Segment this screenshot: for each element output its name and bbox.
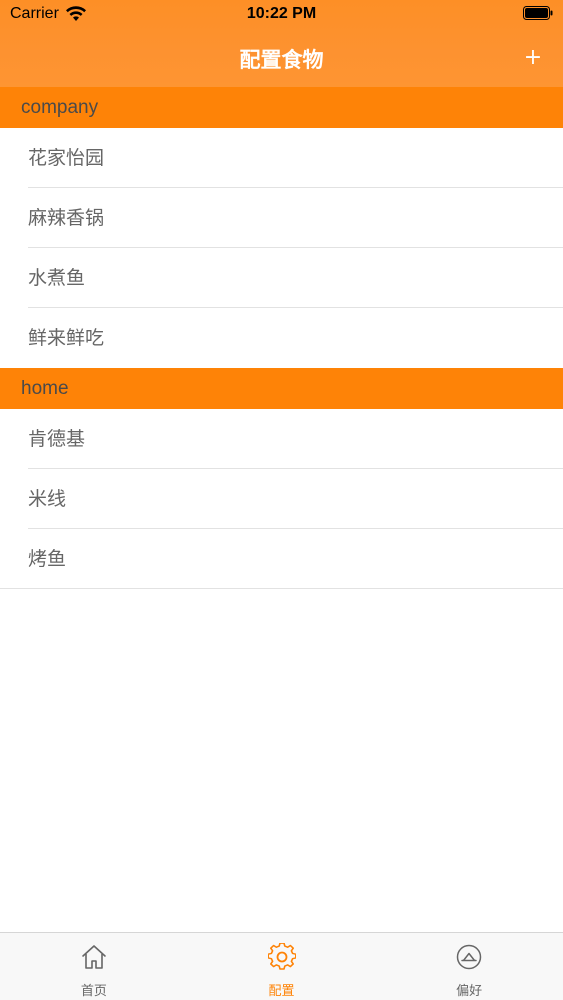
tab-config-label: 配置 <box>268 984 295 999</box>
add-food-button[interactable]: + <box>521 44 545 72</box>
list-item-label: 鲜来鲜吃 <box>28 327 105 349</box>
battery-icon <box>523 6 553 20</box>
list-item-label: 花家怡园 <box>28 147 105 169</box>
list-item-label: 肯德基 <box>28 428 86 450</box>
tab-config[interactable]: 配置 <box>188 933 376 1000</box>
status-time: 10:22 PM <box>246 5 317 22</box>
tab-preference-label: 偏好 <box>456 984 483 999</box>
food-list: company 花家怡园 麻辣香锅 水煮鱼 鲜来鲜吃 home 肯德基 米线 烤… <box>0 87 563 589</box>
screen: Carrier 10:22 PM 配置食物 + company 花家怡园 麻辣香… <box>0 0 563 1000</box>
section-header-company: company <box>0 87 563 128</box>
list-item-label: 米线 <box>28 488 67 510</box>
list-item[interactable]: 麻辣香锅 <box>0 188 563 248</box>
navigation-bar: 配置食物 + <box>0 30 563 87</box>
list-item[interactable]: 肯德基 <box>0 409 563 469</box>
tab-home-label: 首页 <box>80 984 107 999</box>
tab-home[interactable]: 首页 <box>0 933 188 1000</box>
list-item-label: 水煮鱼 <box>28 267 86 289</box>
status-bar: Carrier 10:22 PM <box>0 0 563 30</box>
preference-icon <box>456 944 482 970</box>
section-header-home: home <box>0 368 563 409</box>
list-item[interactable]: 烤鱼 <box>0 529 563 589</box>
list-item[interactable]: 花家怡园 <box>0 128 563 188</box>
list-item[interactable]: 鲜来鲜吃 <box>0 308 563 368</box>
list-item[interactable]: 米线 <box>0 469 563 529</box>
page-title: 配置食物 <box>239 48 324 72</box>
list-item-label: 麻辣香锅 <box>28 207 105 229</box>
list-item-label: 烤鱼 <box>28 548 67 570</box>
tab-bar: 首页 配置 偏好 <box>0 932 563 1000</box>
gear-icon <box>267 943 296 970</box>
header: Carrier 10:22 PM 配置食物 + <box>0 0 563 87</box>
home-icon <box>82 945 106 969</box>
list-item[interactable]: 水煮鱼 <box>0 248 563 308</box>
row-divider <box>0 588 563 589</box>
tab-preference[interactable]: 偏好 <box>375 933 563 1000</box>
